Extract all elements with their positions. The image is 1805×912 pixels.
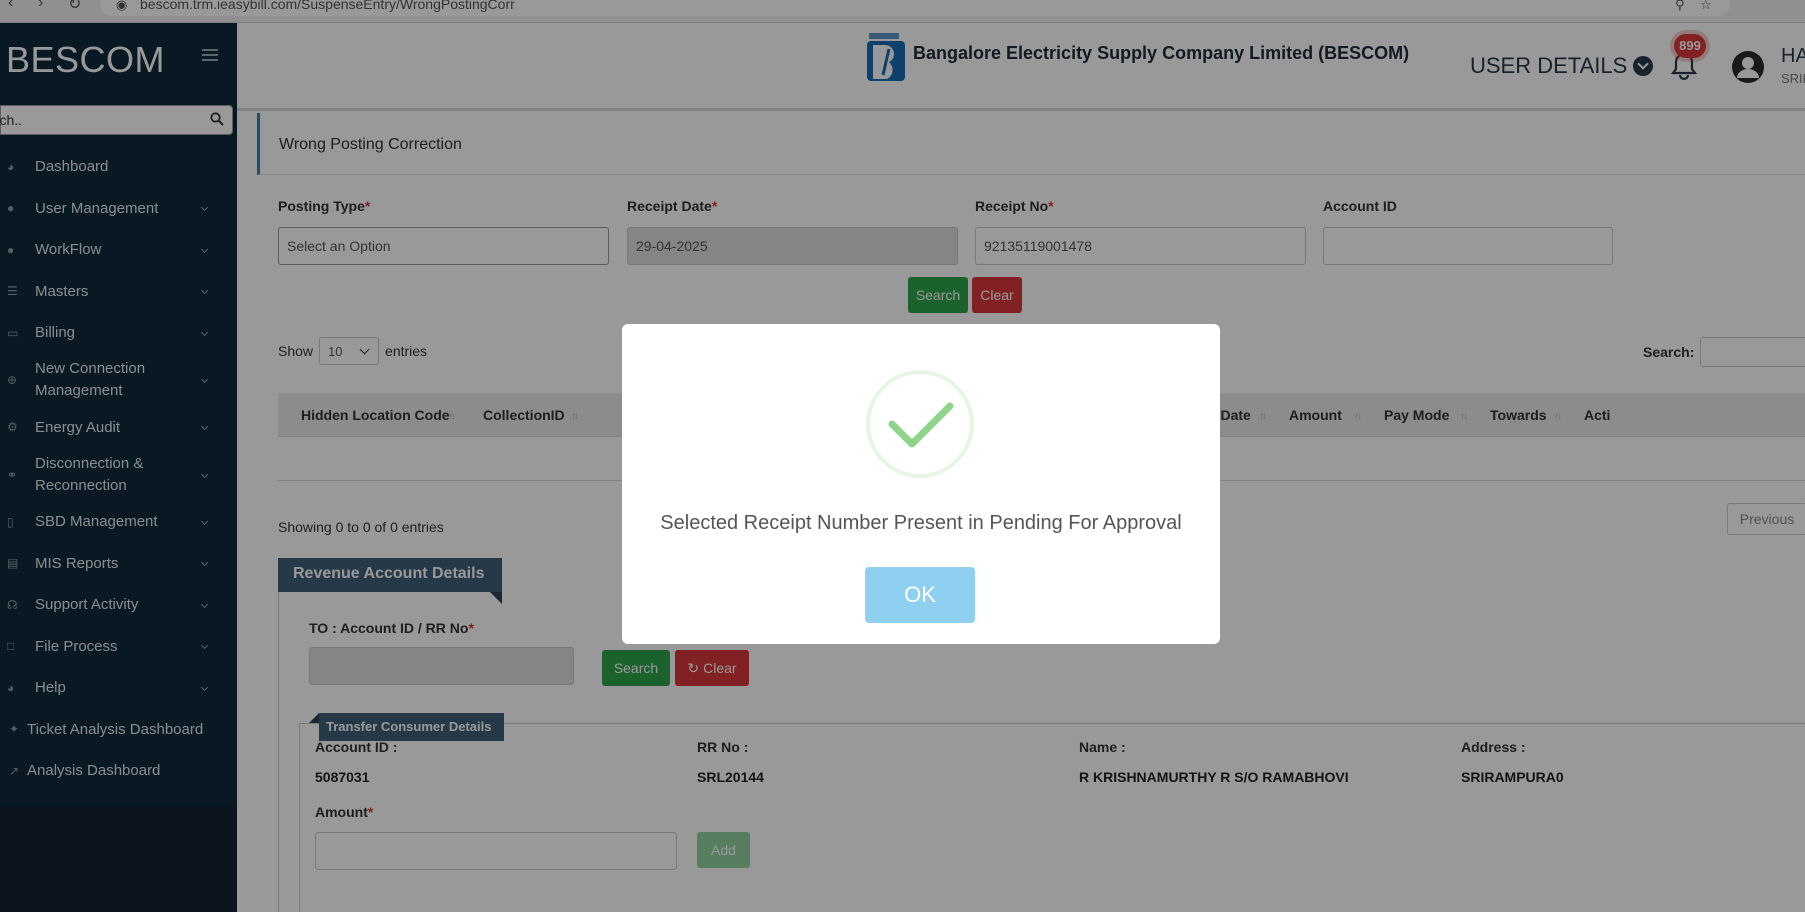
- ok-button[interactable]: OK: [865, 567, 975, 623]
- success-check-icon: [866, 370, 974, 478]
- success-modal: Selected Receipt Number Present in Pendi…: [622, 324, 1220, 644]
- modal-message: Selected Receipt Number Present in Pendi…: [660, 512, 1182, 534]
